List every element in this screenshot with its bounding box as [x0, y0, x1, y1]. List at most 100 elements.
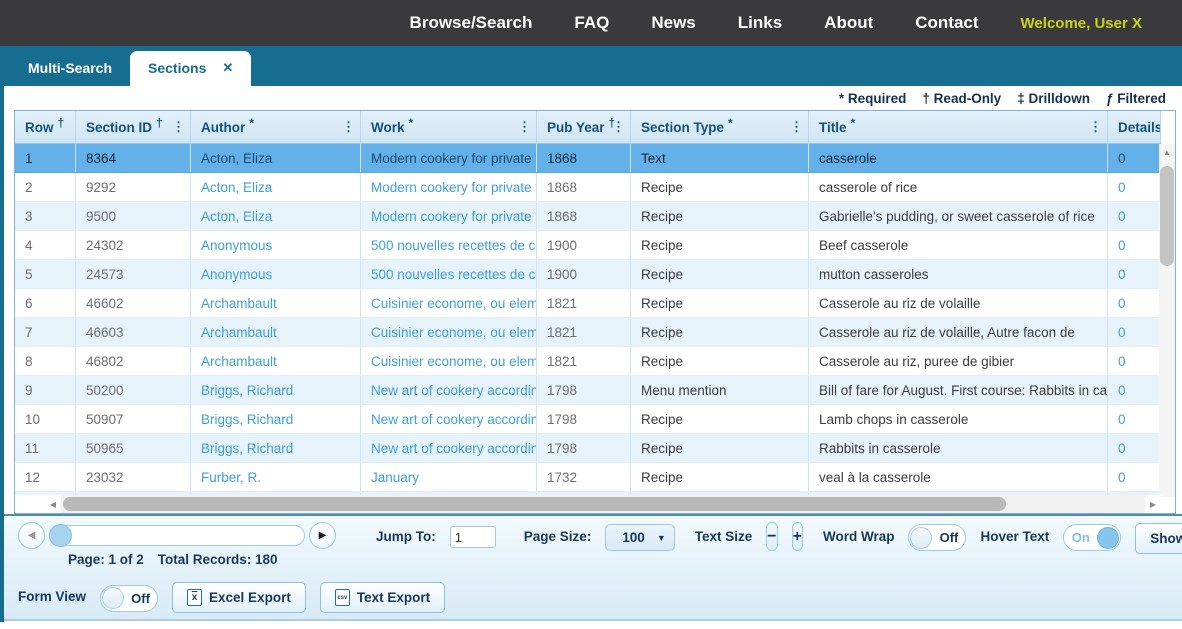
cell-author[interactable]: Archambault [191, 318, 361, 346]
nav-browse-search[interactable]: Browse/Search [410, 13, 533, 33]
prev-page-button[interactable]: ◀ [18, 522, 45, 549]
nav-links[interactable]: Links [738, 13, 782, 33]
cell-work[interactable]: 500 nouvelles recettes de cui... [361, 231, 537, 259]
cell-work[interactable]: Modern cookery for private f... [361, 173, 537, 201]
cell-details[interactable]: 0 [1108, 289, 1161, 317]
page-size-select[interactable]: 100 ▼ [605, 524, 674, 551]
cell-author[interactable]: Archambault [191, 289, 361, 317]
table-row[interactable]: 524573Anonymous500 nouvelles recettes de… [15, 260, 1161, 289]
tab-multi-search[interactable]: Multi-Search [10, 51, 130, 86]
table-row[interactable]: 1050907Briggs, RichardNew art of cookery… [15, 405, 1161, 434]
cell-work[interactable]: New art of cookery accordin... [361, 434, 537, 462]
nav-faq[interactable]: FAQ [574, 13, 609, 33]
cell-work[interactable]: Cuisinier econome, ou eleme... [361, 347, 537, 375]
cell-work[interactable]: Modern cookery for private f... [361, 202, 537, 230]
cell-details[interactable]: 0 [1108, 231, 1161, 259]
cell-details[interactable]: 0 [1108, 144, 1161, 172]
page-slider-thumb[interactable] [49, 524, 72, 547]
cell-details[interactable]: 0 [1108, 260, 1161, 288]
cell-author[interactable]: Anonymous [191, 231, 361, 259]
cell-work[interactable]: Modern cookery for private f... [361, 144, 537, 172]
scroll-left-icon[interactable]: ◀ [45, 500, 61, 509]
cell-work[interactable]: Cuisinier econome, ou eleme... [361, 289, 537, 317]
cell-author[interactable]: Briggs, Richard [191, 376, 361, 404]
table-row[interactable]: 18364Acton, ElizaModern cookery for priv… [15, 144, 1161, 173]
column-menu-icon[interactable]: ⋮ [790, 119, 803, 135]
vertical-scrollbar-thumb[interactable] [1160, 166, 1174, 266]
column-menu-icon[interactable]: ⋮ [1089, 119, 1102, 135]
column-menu-icon[interactable]: ⋮ [518, 119, 531, 135]
page-slider[interactable] [49, 525, 305, 546]
cell-details[interactable]: 0 [1108, 463, 1161, 491]
show-all-button[interactable]: Show All [1135, 523, 1182, 554]
cell-pub-year: 1900 [537, 260, 631, 288]
jump-to-input[interactable] [450, 526, 496, 548]
column-header-row[interactable]: Row† [15, 111, 76, 143]
cell-work[interactable]: Cuisinier econome, ou eleme... [361, 318, 537, 346]
column-header-author[interactable]: Author*⋮ [191, 111, 361, 143]
close-icon[interactable]: ✕ [222, 60, 233, 76]
cell-section-type: Recipe [631, 231, 809, 259]
cell-details[interactable]: 0 [1108, 434, 1161, 462]
column-menu-icon[interactable]: ⋮ [612, 119, 625, 135]
cell-details[interactable]: 0 [1108, 376, 1161, 404]
cell-author[interactable]: Archambault [191, 347, 361, 375]
cell-section-type: Recipe [631, 318, 809, 346]
cell-work[interactable]: 500 nouvelles recettes de cui... [361, 260, 537, 288]
cell-work[interactable]: New art of cookery accordin... [361, 376, 537, 404]
nav-news[interactable]: News [651, 13, 695, 33]
horizontal-scrollbar-track[interactable] [61, 495, 1145, 513]
table-row[interactable]: 424302Anonymous500 nouvelles recettes de… [15, 231, 1161, 260]
text-export-button[interactable]: csv Text Export [320, 582, 445, 613]
cell-work[interactable]: January [361, 463, 537, 491]
table-row[interactable]: 29292Acton, ElizaModern cookery for priv… [15, 173, 1161, 202]
cell-author[interactable]: Furber, R. [191, 463, 361, 491]
table-row[interactable]: 39500Acton, ElizaModern cookery for priv… [15, 202, 1161, 231]
column-menu-icon[interactable]: ⋮ [342, 119, 355, 135]
column-header-work[interactable]: Work*⋮ [361, 111, 537, 143]
excel-export-button[interactable]: x Excel Export [172, 582, 306, 613]
table-row[interactable]: 846802ArchambaultCuisinier econome, ou e… [15, 347, 1161, 376]
table-row[interactable]: 746603ArchambaultCuisinier econome, ou e… [15, 318, 1161, 347]
cell-details[interactable]: 0 [1108, 318, 1161, 346]
cell-pub-year: 1798 [537, 405, 631, 433]
cell-author[interactable]: Anonymous [191, 260, 361, 288]
tab-sections[interactable]: Sections ✕ [130, 51, 251, 86]
cell-author[interactable]: Briggs, Richard [191, 434, 361, 462]
table-row[interactable]: 1223032Furber, R.January1732Recipeveal à… [15, 463, 1161, 492]
scroll-right-icon[interactable]: ▶ [1145, 500, 1161, 509]
column-header-pub-year[interactable]: Pub Year†⋮ [537, 111, 631, 143]
nav-contact[interactable]: Contact [915, 13, 978, 33]
cell-details[interactable]: 0 [1108, 202, 1161, 230]
text-size-increase-button[interactable]: + [792, 522, 803, 551]
table-row[interactable]: 950200Briggs, RichardNew art of cookery … [15, 376, 1161, 405]
nav-about[interactable]: About [824, 13, 873, 33]
cell-author[interactable]: Acton, Eliza [191, 202, 361, 230]
cell-details[interactable]: 0 [1108, 405, 1161, 433]
column-header-section-type[interactable]: Section Type*⋮ [631, 111, 809, 143]
column-header-section-id[interactable]: Section ID†⋮ [76, 111, 191, 143]
column-menu-icon[interactable]: ⋮ [172, 119, 185, 135]
column-header-title[interactable]: Title*⋮ [809, 111, 1108, 143]
scroll-up-icon[interactable]: ▲ [1159, 144, 1175, 161]
column-label: Details [1118, 120, 1161, 135]
cell-details[interactable]: 0 [1108, 173, 1161, 201]
column-header-details[interactable]: Details [1108, 111, 1161, 143]
vertical-scrollbar[interactable]: ▲ [1159, 144, 1175, 497]
horizontal-scrollbar[interactable]: ◀ ▶ [15, 495, 1161, 513]
table-row[interactable]: 1150965Briggs, RichardNew art of cookery… [15, 434, 1161, 463]
hover-text-toggle[interactable]: On [1063, 524, 1121, 551]
word-wrap-toggle[interactable]: Off [908, 524, 966, 551]
cell-work[interactable]: New art of cookery accordin... [361, 405, 537, 433]
welcome-user-text[interactable]: Welcome, User X [1021, 15, 1142, 32]
next-page-button[interactable]: ▶ [309, 522, 336, 549]
cell-pub-year: 1868 [537, 202, 631, 230]
cell-details[interactable]: 0 [1108, 347, 1161, 375]
horizontal-scrollbar-thumb[interactable] [63, 497, 1006, 511]
cell-author[interactable]: Acton, Eliza [191, 173, 361, 201]
form-view-toggle[interactable]: Off [100, 585, 158, 612]
cell-author[interactable]: Briggs, Richard [191, 405, 361, 433]
cell-author[interactable]: Acton, Eliza [191, 144, 361, 172]
table-row[interactable]: 646602ArchambaultCuisinier econome, ou e… [15, 289, 1161, 318]
text-size-decrease-button[interactable]: − [766, 522, 777, 551]
